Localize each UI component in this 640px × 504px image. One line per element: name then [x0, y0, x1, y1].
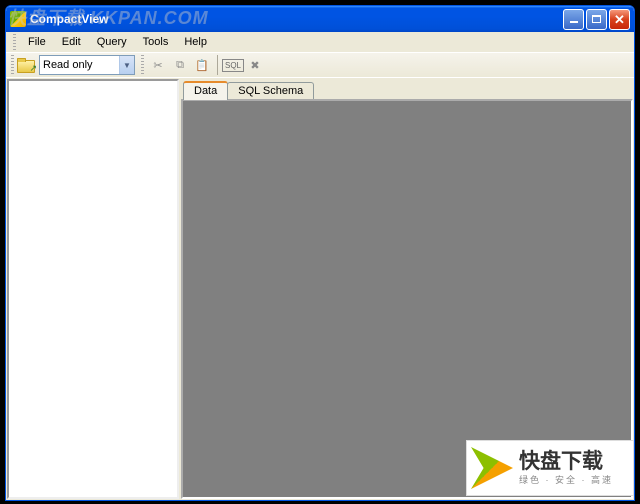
- minimize-icon: [570, 21, 578, 23]
- x-icon: ✖: [250, 59, 259, 72]
- badge-logo-icon: [471, 447, 513, 489]
- badge-title: 快盘下载: [519, 450, 613, 473]
- tab-sql-schema[interactable]: SQL Schema: [227, 82, 314, 99]
- scissors-icon: ✂: [153, 59, 162, 72]
- grip-icon[interactable]: [11, 55, 14, 75]
- copy-button[interactable]: ⧉: [169, 54, 191, 76]
- app-window: CompactView ✕ File Edit Query Tools Help…: [5, 5, 635, 501]
- tab-strip: Data SQL Schema: [181, 79, 633, 99]
- window-controls: ✕: [563, 9, 630, 30]
- open-arrow-icon: ↗: [29, 63, 37, 74]
- copy-icon: ⧉: [176, 59, 184, 72]
- maximize-button[interactable]: [586, 9, 607, 30]
- cut-button[interactable]: ✂: [147, 54, 169, 76]
- menu-edit[interactable]: Edit: [54, 34, 89, 50]
- titlebar[interactable]: CompactView ✕: [6, 6, 634, 32]
- paste-button[interactable]: 📋: [191, 54, 213, 76]
- app-icon: [10, 11, 26, 27]
- menu-tools[interactable]: Tools: [135, 34, 177, 50]
- badge-text: 快盘下载 绿色 · 安全 · 高速: [519, 450, 613, 486]
- clipboard-icon: 📋: [195, 59, 209, 72]
- close-button[interactable]: ✕: [609, 9, 630, 30]
- tab-data[interactable]: Data: [183, 81, 228, 100]
- delete-button[interactable]: ✖: [244, 54, 266, 76]
- menu-help[interactable]: Help: [176, 34, 215, 50]
- separator: [217, 55, 218, 75]
- menubar: File Edit Query Tools Help: [6, 32, 634, 52]
- download-badge: 快盘下载 绿色 · 安全 · 高速: [466, 440, 634, 496]
- menu-query[interactable]: Query: [89, 34, 135, 50]
- main-panel: Data SQL Schema: [181, 79, 633, 499]
- mode-dropdown[interactable]: Read only ▼: [39, 55, 135, 75]
- tree-sidebar[interactable]: [7, 79, 179, 499]
- window-title: CompactView: [30, 12, 563, 26]
- toolbar: ↗ Read only ▼ ✂ ⧉ 📋 SQL ✖: [6, 52, 634, 78]
- sql-button[interactable]: SQL: [222, 54, 244, 76]
- dropdown-value: Read only: [43, 59, 93, 71]
- chevron-down-icon[interactable]: ▼: [119, 56, 134, 74]
- badge-subtitle: 绿色 · 安全 · 高速: [519, 473, 613, 486]
- open-folder-icon[interactable]: ↗: [17, 57, 35, 73]
- menu-file[interactable]: File: [20, 34, 54, 50]
- data-grid[interactable]: [181, 99, 633, 499]
- sql-icon: SQL: [222, 59, 244, 72]
- maximize-icon: [592, 15, 601, 23]
- grip-icon[interactable]: [141, 55, 144, 75]
- content-area: Data SQL Schema: [6, 78, 634, 500]
- grip-icon[interactable]: [13, 34, 16, 50]
- close-icon: ✕: [614, 13, 625, 26]
- minimize-button[interactable]: [563, 9, 584, 30]
